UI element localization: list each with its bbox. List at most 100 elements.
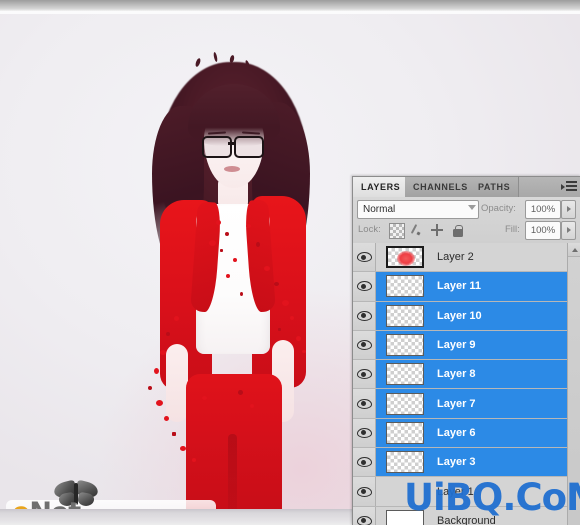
layer-row[interactable]: Layer 6 [353,418,580,449]
lock-label: Lock: [358,224,381,235]
layer-row[interactable]: Layer 11 [353,272,580,302]
eye-icon [356,486,372,497]
layer-name[interactable]: Layer 9 [429,339,580,351]
splatter-fleck [174,316,179,321]
splatter-fleck [180,446,186,451]
layer-row[interactable]: Layer 9 [353,330,580,361]
layer-thumbnail[interactable] [386,304,424,327]
eye-icon [356,398,372,409]
layer-row[interactable]: Layer 2 [353,243,580,273]
layer-name[interactable]: Layer 7 [429,398,580,410]
splatter-fleck [274,282,279,286]
fill-stepper[interactable] [561,221,576,240]
glasses-lens-left [202,136,232,158]
blend-mode-value: Normal [363,204,396,215]
splatter-fleck [160,350,166,355]
eye-icon [356,281,372,292]
panel-menu-line [566,189,577,191]
splatter-fleck [250,404,254,408]
scroll-up-arrow-icon[interactable] [568,243,580,257]
hair-wisp [194,57,202,68]
lock-all-icon[interactable] [451,223,465,237]
tab-channels[interactable]: CHANNELS [405,177,477,197]
screenshot-root: eNet.com.cn LAYERS CHANNELS PATHS Normal… [0,0,580,525]
splatter-fleck [256,242,260,247]
enet-letter-e: e [12,497,30,510]
splatter-fleck [302,350,306,353]
eye-icon [356,457,372,468]
layer-thumbnail-cell[interactable] [376,334,429,357]
tab-paths[interactable]: PATHS [470,177,520,197]
lock-body [453,229,463,237]
enet-watermark: eNet.com.cn [6,479,224,510]
layer-visibility-toggle[interactable] [353,418,376,448]
opacity-stepper[interactable] [561,200,576,219]
layer-name[interactable]: Layer 11 [429,280,580,292]
layer-thumbnail-cell[interactable] [376,304,429,327]
eye-icon [356,340,372,351]
layer-row[interactable]: Layer 10 [353,301,580,331]
layer-thumbnail-cell[interactable] [376,363,429,386]
layer-thumbnail-cell[interactable] [376,275,429,298]
panel-menu-line [566,181,577,183]
layer-row[interactable]: Layer 3 [353,448,580,478]
layer-visibility-toggle[interactable] [353,360,376,389]
lock-image-pixels-icon[interactable] [410,223,424,237]
splatter-fleck [209,240,216,246]
splatter-fleck [226,274,230,278]
splatter-fleck [296,336,301,341]
layer-options-bar: Normal Opacity: 100% Lock: Fill: 100% [353,197,580,244]
splatter-fleck [148,386,152,390]
layer-thumbnail[interactable] [386,334,424,357]
layer-visibility-toggle[interactable] [353,448,376,477]
panel-menu-line [566,185,577,187]
layer-thumbnail[interactable] [386,246,424,269]
layer-visibility-toggle[interactable] [353,272,376,301]
layer-name[interactable]: Layer 8 [429,368,580,380]
lock-transparent-pixels-icon[interactable] [389,223,405,239]
layer-row[interactable]: Layer 7 [353,389,580,419]
layer-name[interactable]: Layer 10 [429,310,580,322]
layer-visibility-toggle[interactable] [353,477,376,506]
layer-name[interactable]: Layer 6 [429,427,580,439]
trouser-seam [228,434,237,509]
splatter-fleck [233,258,237,262]
splatter-fleck [246,224,251,228]
enet-word-net: Net [29,497,81,510]
layer-thumbnail-cell[interactable] [376,451,429,474]
panel-menu-icon[interactable] [561,181,577,193]
layer-thumbnail[interactable] [386,451,424,474]
layer-thumbnail[interactable] [386,392,424,415]
layer-thumbnail[interactable] [386,421,424,444]
glasses-bridge [228,142,236,145]
fill-input[interactable]: 100% [525,221,561,240]
layer-visibility-toggle[interactable] [353,506,376,525]
layer-visibility-toggle[interactable] [353,330,376,360]
tab-layers[interactable]: LAYERS [353,177,410,197]
layer-name[interactable]: Layer 2 [429,251,580,263]
splatter-fleck [172,432,176,436]
panel-menu-triangle [561,184,565,190]
layer-thumbnail-cell[interactable] [376,246,429,269]
layer-thumbnail-cell[interactable] [376,392,429,415]
window-top-chrome [0,0,580,11]
opacity-input[interactable]: 100% [525,200,561,219]
layer-thumbnail[interactable] [386,275,424,298]
opacity-label: Opacity: [481,203,516,214]
layer-name[interactable]: Layer 3 [429,456,580,468]
splatter-fleck [202,396,207,400]
splatter-fleck [166,332,170,336]
eye-icon [356,427,372,438]
blend-mode-select[interactable]: Normal [357,200,479,219]
splatter-fleck [264,266,270,271]
layer-thumbnail-cell[interactable] [376,421,429,444]
thumbnail-splatter [397,251,415,267]
layer-row[interactable]: Layer 8 [353,360,580,390]
layer-visibility-toggle[interactable] [353,301,376,330]
layer-thumbnail[interactable] [386,363,424,386]
eye-icon [356,515,372,525]
layer-visibility-toggle[interactable] [353,389,376,418]
eye-pupil [361,283,367,289]
lock-position-icon[interactable] [430,223,444,237]
layer-visibility-toggle[interactable] [353,243,376,272]
